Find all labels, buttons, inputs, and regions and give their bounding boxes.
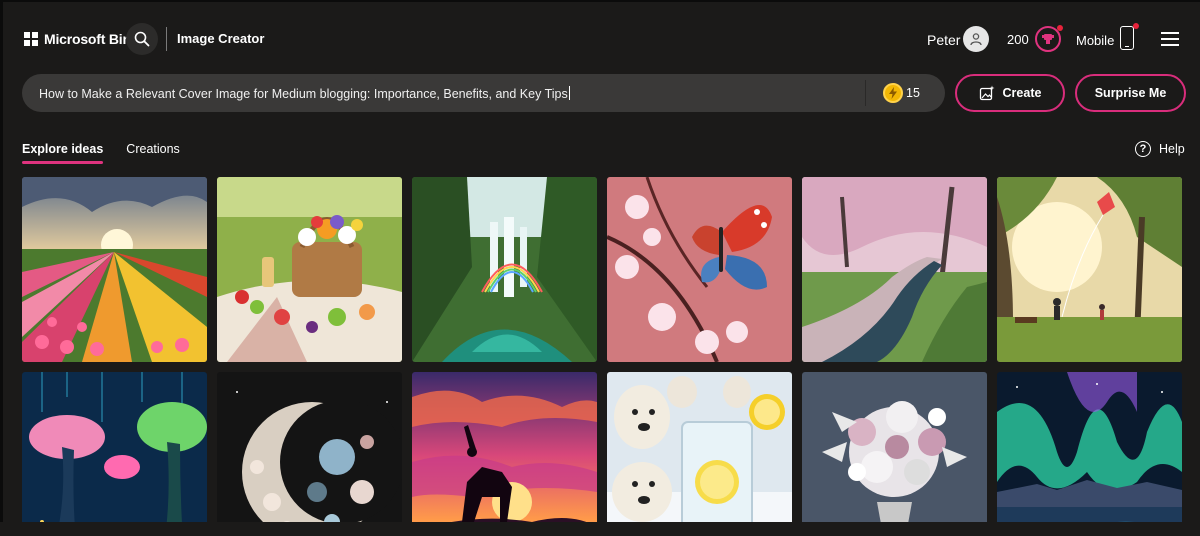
help-button[interactable]: ? Help	[1135, 141, 1185, 157]
rewards-icon	[1042, 34, 1054, 44]
notification-dot	[1057, 25, 1063, 31]
microsoft-logo-icon	[24, 32, 38, 46]
search-button[interactable]	[126, 23, 158, 55]
surprise-label: Surprise Me	[1094, 86, 1167, 100]
white-flower-bouquet-image[interactable]	[802, 372, 987, 536]
search-icon	[134, 31, 150, 47]
tab-explore-ideas[interactable]: Explore ideas	[22, 142, 104, 164]
bottom-edge	[0, 522, 1200, 536]
jungle-waterfall-rainbow-image[interactable]	[412, 177, 597, 362]
phone-icon[interactable]	[1120, 23, 1139, 50]
mobile-link[interactable]: Mobile	[1076, 33, 1114, 48]
menu-icon[interactable]	[1161, 32, 1179, 46]
header-divider	[166, 27, 167, 51]
avatar[interactable]	[963, 26, 989, 52]
gallery-tabs: Explore ideas Creations	[22, 142, 180, 164]
top-bar: Microsoft Bing Image Creator Peter 200 M…	[0, 0, 1200, 72]
image-create-icon	[979, 85, 995, 101]
avatar-icon	[970, 33, 982, 46]
butterfly-cherry-blossom-image[interactable]	[607, 177, 792, 362]
polar-bears-lemonade-image[interactable]	[607, 372, 792, 536]
notification-dot	[1133, 23, 1139, 29]
floral-crescent-moon-image[interactable]	[217, 372, 402, 536]
picnic-basket-flowers-image[interactable]	[217, 177, 402, 362]
prompt-value: How to Make a Relevant Cover Image for M…	[39, 87, 568, 101]
help-icon: ?	[1135, 141, 1151, 157]
create-label: Create	[1002, 86, 1042, 100]
tulip-field-sunset-image[interactable]	[22, 177, 207, 362]
rewards-button[interactable]	[1035, 25, 1063, 52]
horse-rider-sunset-image[interactable]	[412, 372, 597, 536]
prompt-input[interactable]: How to Make a Relevant Cover Image for M…	[22, 74, 945, 112]
brand-name: Microsoft Bing	[44, 31, 140, 47]
prompt-text[interactable]: How to Make a Relevant Cover Image for M…	[39, 86, 570, 101]
app-title[interactable]: Image Creator	[177, 31, 264, 46]
boost-count: 15	[906, 86, 920, 100]
help-label: Help	[1159, 142, 1185, 156]
prompt-divider	[865, 80, 866, 106]
image-gallery	[22, 177, 1182, 536]
park-kite-children-image[interactable]	[997, 177, 1182, 362]
user-name[interactable]: Peter	[927, 32, 960, 48]
reward-points[interactable]: 200	[1007, 32, 1029, 47]
microsoft-bing-logo[interactable]: Microsoft Bing	[24, 31, 139, 47]
text-caret	[568, 86, 570, 100]
aurora-borealis-image[interactable]	[997, 372, 1182, 536]
neon-fantasy-forest-image[interactable]	[22, 372, 207, 536]
tab-creations[interactable]: Creations	[126, 142, 180, 164]
cherry-blossom-stream-image[interactable]	[802, 177, 987, 362]
lightning-icon	[889, 87, 897, 99]
surprise-me-button[interactable]: Surprise Me	[1075, 74, 1186, 112]
create-button[interactable]: Create	[955, 74, 1065, 112]
boost-coin-icon[interactable]	[883, 83, 903, 103]
